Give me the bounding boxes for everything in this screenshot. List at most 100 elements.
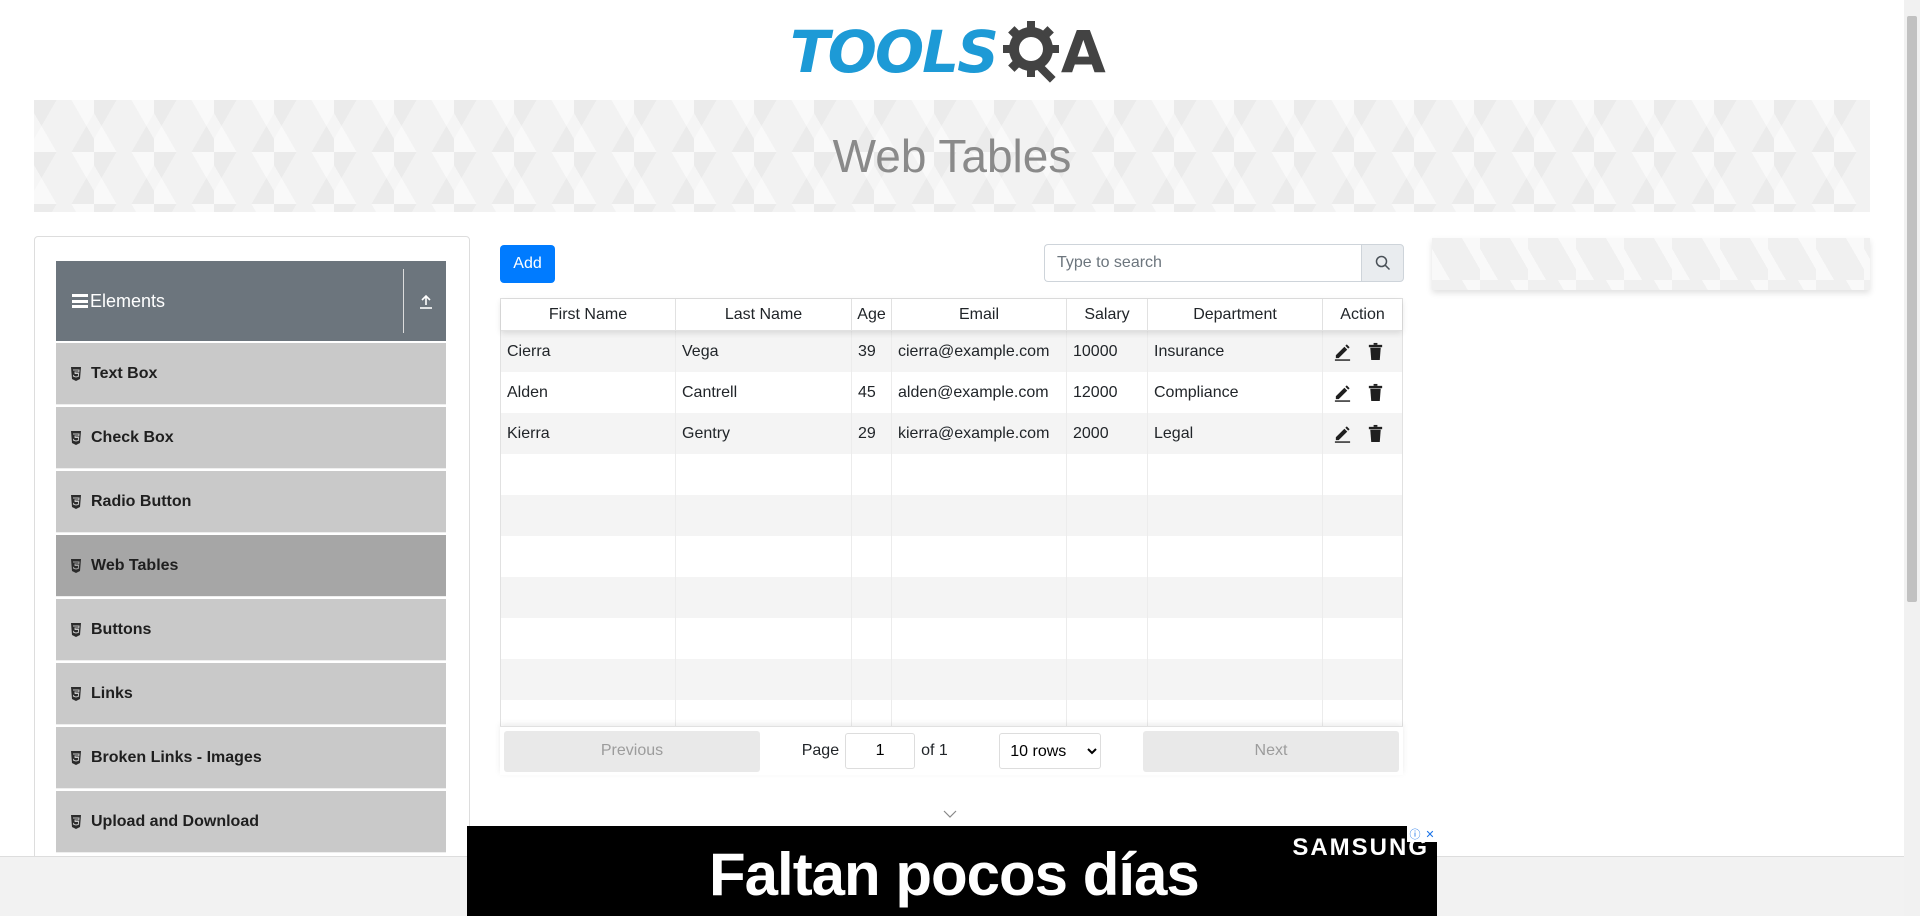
collapse-up-icon[interactable] — [414, 289, 438, 313]
search-input[interactable] — [1044, 244, 1361, 282]
page-controls: Page of 1 10 rows — [764, 733, 1139, 769]
edit-icon[interactable] — [1333, 342, 1352, 361]
column-header-last-name[interactable]: Last Name — [676, 299, 852, 330]
column-header-action: Action — [1340, 305, 1385, 323]
pagination-bar: Previous Page of 1 10 rows Next — [500, 726, 1403, 775]
page-label: Page — [801, 742, 840, 759]
sidebar-item-label: Radio Button — [91, 492, 192, 510]
table-row-empty — [501, 454, 1402, 495]
sidebar-item-text-box[interactable]: Text Box — [56, 343, 446, 405]
sidebar-item-links[interactable]: Links — [56, 663, 446, 725]
cell-first-name: Cierra — [501, 331, 676, 372]
logo-text: TOOLS — [790, 18, 999, 86]
next-button[interactable]: Next — [1143, 730, 1399, 772]
cell-last-name: Cantrell — [676, 372, 852, 413]
ad-choices-badge[interactable]: ⓘ ✕ — [1407, 826, 1437, 842]
cell-last-name: Gentry — [676, 413, 852, 454]
delete-icon[interactable] — [1366, 342, 1385, 361]
sidebar-item-label: Broken Links - Images — [91, 748, 262, 766]
logo-text-end: A — [1060, 18, 1106, 86]
table-row-empty — [501, 577, 1402, 618]
cell-age: 45 — [852, 372, 892, 413]
sidebar-group-title: Elements — [90, 290, 166, 311]
sidebar-item-check-box[interactable]: Check Box — [56, 407, 446, 469]
right-ad-placeholder — [1432, 238, 1870, 290]
page-jump-input[interactable] — [845, 733, 916, 769]
sidebar-menu: Text Box Check Box Radio Button Web Tabl… — [56, 343, 446, 855]
table-row: Cierra Vega 39 cierra@example.com 10000 … — [501, 331, 1402, 372]
delete-icon[interactable] — [1366, 383, 1385, 402]
table-header: First Name Last Name Age Email Salary De… — [501, 299, 1402, 331]
delete-icon[interactable] — [1366, 424, 1385, 443]
cell-salary: 10000 — [1067, 331, 1148, 372]
sidebar-item-web-tables[interactable]: Web Tables — [56, 535, 446, 597]
cell-actions — [1323, 331, 1402, 372]
rows-per-page-select[interactable]: 10 rows — [999, 733, 1102, 769]
html5-icon — [71, 494, 81, 509]
html5-icon — [71, 366, 81, 381]
cell-department: Legal — [1148, 413, 1323, 454]
search-icon — [1375, 255, 1390, 271]
table-row: Kierra Gentry 29 kierra@example.com 2000… — [501, 413, 1402, 454]
table-row-empty — [501, 495, 1402, 536]
html5-icon — [71, 430, 81, 445]
toolsqa-logo[interactable]: TOOLS A — [790, 14, 1120, 90]
page-title: Web Tables — [832, 130, 1072, 182]
add-button[interactable]: Add — [500, 245, 555, 283]
cell-department: Insurance — [1148, 331, 1323, 372]
column-header-first-name[interactable]: First Name — [501, 299, 676, 330]
cell-last-name: Vega — [676, 331, 852, 372]
sidebar-item-label: Check Box — [91, 428, 174, 446]
table-row-empty — [501, 618, 1402, 659]
search-box — [1044, 244, 1404, 282]
table-row-empty — [501, 659, 1402, 700]
page-info: Page of 1 — [802, 733, 948, 769]
page: TOOLS A Web Tables Elements Text Box Che… — [0, 0, 1920, 916]
search-button[interactable] — [1361, 244, 1404, 282]
column-header-age[interactable]: Age — [852, 299, 892, 330]
page-total-label: of 1 — [921, 742, 948, 759]
ad-headline: Faltan pocos días — [709, 841, 1200, 908]
page-banner: Web Tables — [34, 100, 1870, 212]
table-row: Alden Cantrell 45 alden@example.com 1200… — [501, 372, 1402, 413]
sidebar-item-upload-download[interactable]: Upload and Download — [56, 791, 446, 853]
column-header-department[interactable]: Department — [1148, 299, 1323, 330]
bottom-ad-banner[interactable]: Faltan pocos días SAMSUNG ⓘ ✕ — [467, 826, 1437, 916]
table-row-empty — [501, 536, 1402, 577]
sidebar-item-label: Buttons — [91, 620, 152, 638]
column-header-salary[interactable]: Salary — [1067, 299, 1148, 330]
cell-email: cierra@example.com — [892, 331, 1067, 372]
html5-icon — [71, 686, 81, 701]
cell-department: Compliance — [1148, 372, 1323, 413]
cell-salary: 12000 — [1067, 372, 1148, 413]
web-table: First Name Last Name Age Email Salary De… — [500, 298, 1403, 775]
edit-icon[interactable] — [1333, 383, 1352, 402]
sidebar-group-elements[interactable]: Elements — [56, 261, 446, 341]
html5-icon — [71, 814, 81, 829]
cell-first-name: Kierra — [501, 413, 676, 454]
sidebar-item-radio-button[interactable]: Radio Button — [56, 471, 446, 533]
close-icon[interactable]: ✕ — [1425, 828, 1434, 841]
html5-icon — [71, 558, 81, 573]
divider — [403, 269, 404, 333]
cell-age: 29 — [852, 413, 892, 454]
sidebar-item-label: Upload and Download — [91, 812, 259, 830]
sidebar-item-broken-links[interactable]: Broken Links - Images — [56, 727, 446, 789]
chevron-down-icon[interactable] — [942, 808, 958, 820]
cell-actions — [1323, 372, 1402, 413]
scrollbar-thumb[interactable] — [1907, 16, 1917, 602]
column-header-email[interactable]: Email — [892, 299, 1067, 330]
table-body: Cierra Vega 39 cierra@example.com 10000 … — [501, 331, 1402, 741]
sidebar-item-buttons[interactable]: Buttons — [56, 599, 446, 661]
cell-email: kierra@example.com — [892, 413, 1067, 454]
cell-salary: 2000 — [1067, 413, 1148, 454]
ad-info-icon: ⓘ — [1409, 828, 1421, 841]
edit-icon[interactable] — [1333, 424, 1352, 443]
sidebar: Elements Text Box Check Box Radio Button — [34, 236, 470, 916]
cell-actions — [1323, 413, 1402, 454]
previous-button[interactable]: Previous — [504, 730, 760, 772]
sidebar-item-label: Text Box — [91, 364, 158, 382]
sidebar-item-label: Web Tables — [91, 556, 179, 574]
html5-icon — [71, 622, 81, 637]
sidebar-item-label: Links — [91, 684, 133, 702]
